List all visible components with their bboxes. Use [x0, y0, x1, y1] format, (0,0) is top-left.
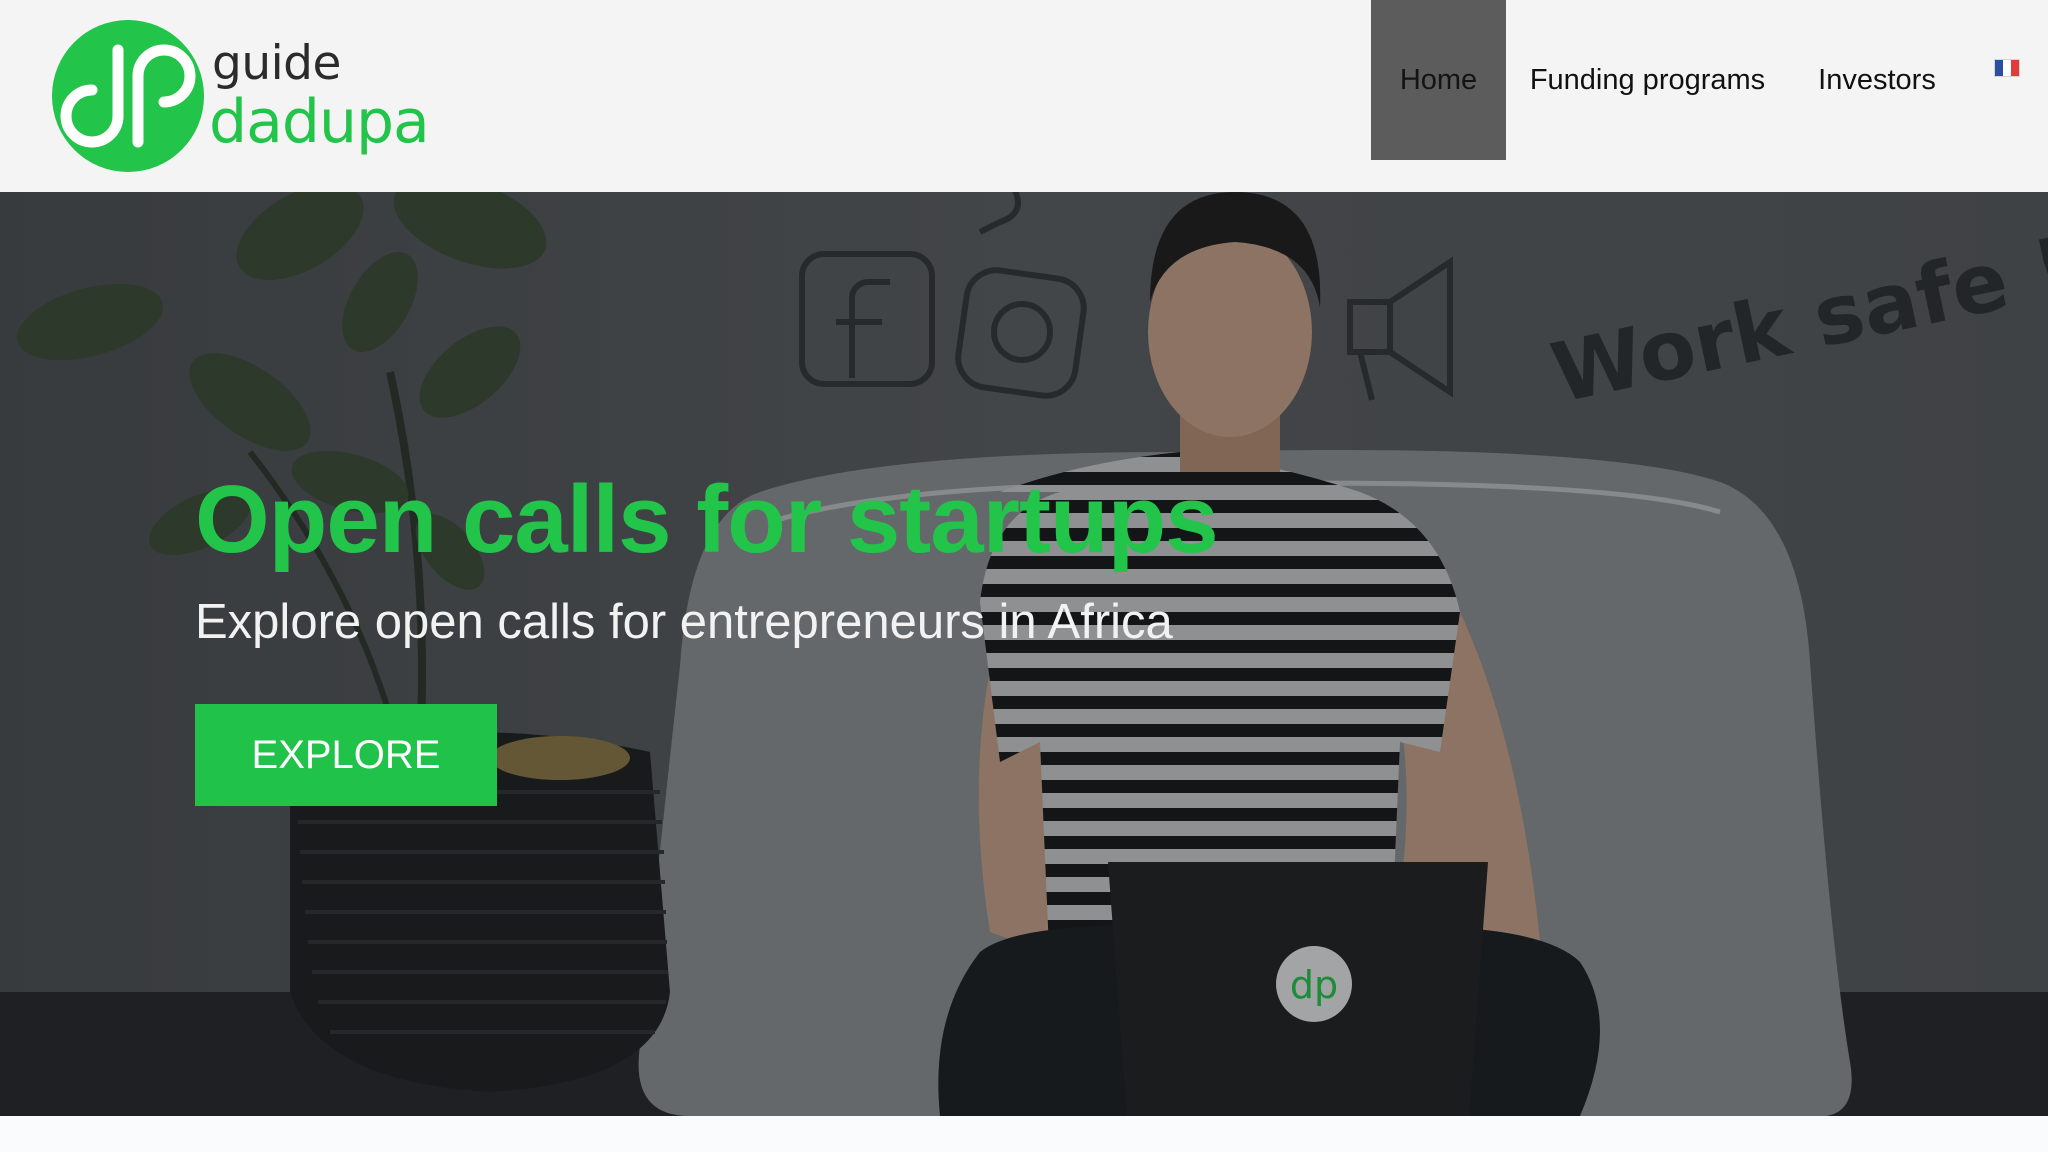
page: guide dadupa Home Funding programs Inves…	[0, 0, 2048, 1152]
hero-content: Open calls for startups Explore open cal…	[195, 466, 1395, 806]
hero-section: Work safe ! dp Open calls for startups E…	[0, 192, 2048, 1116]
page-bottom-strip	[0, 1116, 2048, 1152]
site-logo[interactable]: guide dadupa	[52, 20, 452, 172]
nav-funding-programs[interactable]: Funding programs	[1506, 0, 1789, 160]
site-header: guide dadupa Home Funding programs Inves…	[0, 0, 2048, 192]
nav-investors[interactable]: Investors	[1789, 0, 1965, 160]
hero-title: Open calls for startups	[195, 466, 1219, 573]
france-flag-icon[interactable]	[1994, 59, 2020, 77]
nav-home[interactable]: Home	[1371, 0, 1506, 160]
logo-text-dadupa: dadupa	[209, 87, 430, 157]
main-nav: Home Funding programs Investors	[1371, 0, 1965, 160]
explore-button[interactable]: EXPLORE	[195, 704, 497, 806]
hero-overlay	[0, 192, 2048, 1116]
logo-text-guide: guide	[212, 36, 341, 91]
dadupa-logo-icon	[52, 20, 204, 172]
hero-subtitle: Explore open calls for entrepreneurs in …	[195, 595, 1173, 649]
